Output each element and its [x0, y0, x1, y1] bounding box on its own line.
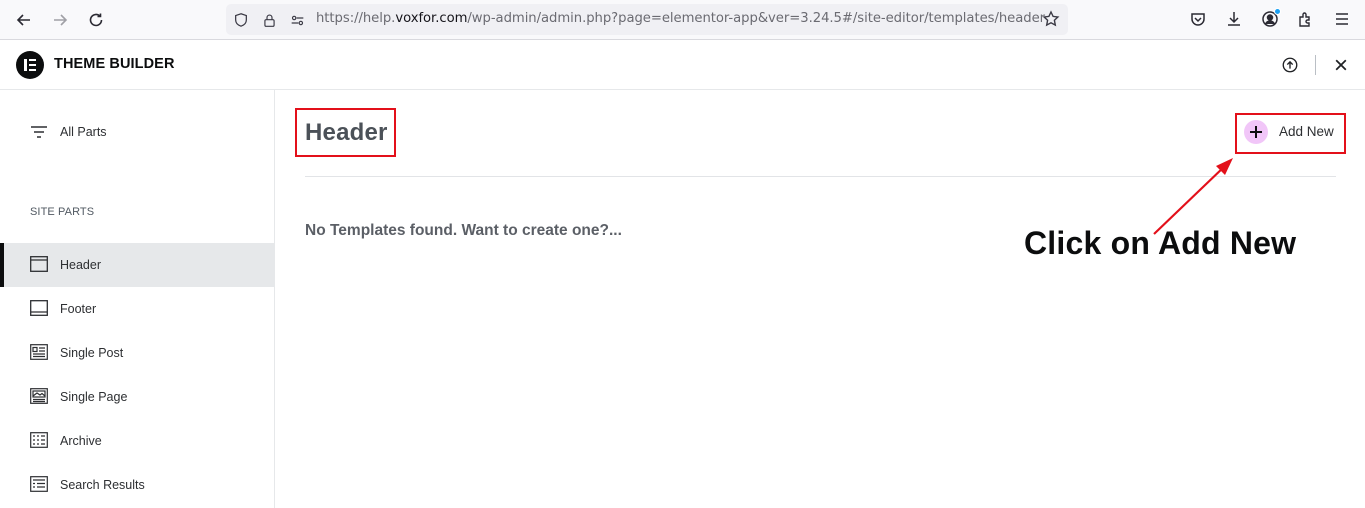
url-host: voxfor.com — [395, 11, 468, 26]
sidebar-item-all-parts[interactable]: All Parts — [0, 118, 274, 146]
section-title: SITE PARTS — [30, 206, 95, 218]
sidebar-item-archive[interactable]: Archive — [0, 419, 274, 463]
sidebar-item-single-page[interactable]: Single Page — [0, 375, 274, 419]
elementor-logo-icon — [16, 51, 44, 79]
sidebar-item-single-post[interactable]: Single Post — [0, 331, 274, 375]
menu-icon[interactable] — [1331, 8, 1353, 30]
header-icon — [30, 256, 48, 272]
empty-state-message: No Templates found. Want to create one?.… — [305, 222, 622, 239]
close-icon[interactable] — [1331, 55, 1351, 75]
single-post-icon — [30, 344, 48, 360]
browser-toolbar: https://help.voxfor.com/wp-admin/admin.p… — [0, 0, 1365, 40]
pocket-icon[interactable] — [1187, 8, 1209, 30]
footer-icon — [30, 300, 48, 316]
plus-icon — [1244, 120, 1268, 144]
sidebar-item-label: Single Page — [60, 390, 128, 404]
annotation-text: Click on Add New — [1024, 225, 1297, 261]
app-title: THEME BUILDER — [54, 56, 175, 72]
reload-icon[interactable] — [84, 8, 108, 32]
back-icon[interactable] — [12, 8, 36, 32]
all-parts-label: All Parts — [60, 125, 107, 139]
filter-icon — [31, 126, 47, 138]
forward-icon[interactable] — [48, 8, 72, 32]
notification-dot — [1274, 8, 1281, 15]
info-icon[interactable] — [1280, 55, 1300, 75]
sidebar-item-label: Single Post — [60, 346, 124, 360]
bookmark-star-icon[interactable] — [1042, 10, 1060, 28]
single-page-icon — [30, 388, 48, 404]
account-icon[interactable] — [1259, 8, 1281, 30]
url-prefix: https://help. — [316, 11, 396, 26]
sidebar-item-search-results[interactable]: Search Results — [0, 463, 274, 507]
archive-icon — [30, 432, 48, 448]
url-bar[interactable]: https://help.voxfor.com/wp-admin/admin.p… — [226, 4, 1068, 35]
divider — [305, 176, 1336, 177]
main-content: Header Add New No Templates found. Want … — [275, 90, 1365, 508]
download-icon[interactable] — [1223, 8, 1245, 30]
page-title: Header — [305, 119, 388, 146]
sidebar-item-label: Archive — [60, 434, 102, 448]
header-separator — [1315, 55, 1316, 75]
url-text[interactable]: https://help.voxfor.com/wp-admin/admin.p… — [316, 11, 1045, 26]
add-new-button[interactable]: Add New — [1244, 118, 1340, 146]
sidebar: All Parts SITE PARTS Header Footer Singl… — [0, 90, 275, 508]
sidebar-item-footer[interactable]: Footer — [0, 287, 274, 331]
sidebar-item-label: Search Results — [60, 478, 145, 492]
sidebar-item-header[interactable]: Header — [0, 243, 274, 287]
shield-icon[interactable] — [232, 11, 250, 29]
url-path: /wp-admin/admin.php?page=elementor-app&v… — [467, 11, 1046, 26]
extensions-icon[interactable] — [1295, 8, 1317, 30]
search-results-icon — [30, 476, 48, 492]
lock-icon[interactable] — [260, 11, 278, 29]
add-new-label: Add New — [1279, 124, 1334, 139]
sidebar-item-label: Footer — [60, 302, 97, 316]
annotation-arrow — [1153, 158, 1233, 235]
permissions-icon[interactable] — [288, 11, 306, 29]
sidebar-item-label: Header — [60, 258, 101, 272]
app-header: THEME BUILDER — [0, 40, 1365, 90]
